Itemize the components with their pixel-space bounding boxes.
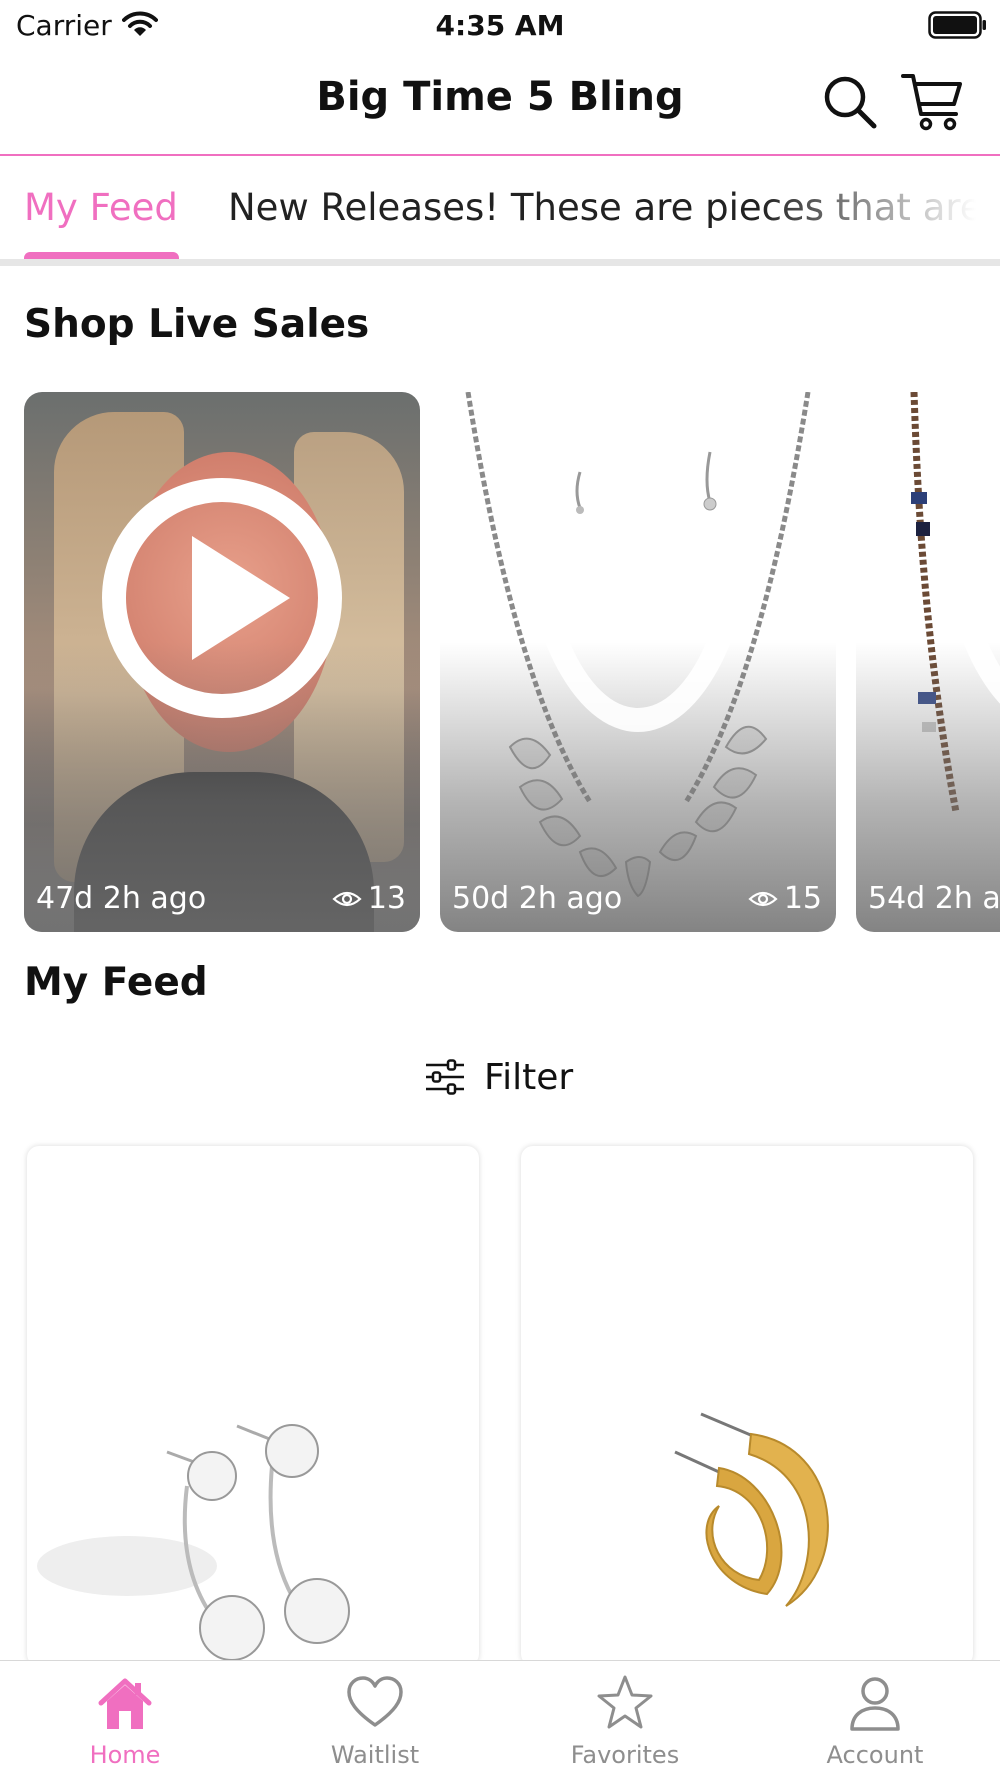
- eye-icon: [748, 891, 778, 906]
- live-sale-card[interactable]: 47d 2h ago 13: [24, 392, 420, 932]
- tab-account-label: Account: [826, 1741, 924, 1769]
- product-card[interactable]: [521, 1146, 973, 1666]
- filter-sliders-icon: [426, 1059, 464, 1095]
- nav-bar: Big Time 5 Bling: [0, 50, 1000, 156]
- cart-icon[interactable]: [900, 70, 964, 134]
- tabs-fade-overlay: [760, 156, 1000, 256]
- active-tab-indicator: [24, 252, 179, 259]
- battery-icon: [928, 11, 986, 39]
- live-sale-card[interactable]: 54d 2h ago: [856, 392, 1000, 932]
- star-icon: [597, 1675, 653, 1729]
- eye-icon: [332, 891, 362, 906]
- filter-label: Filter: [484, 1056, 574, 1098]
- tab-waitlist[interactable]: Waitlist: [250, 1661, 500, 1778]
- home-icon: [98, 1678, 152, 1729]
- tab-account[interactable]: Account: [750, 1661, 1000, 1778]
- feed-heading: My Feed: [24, 960, 208, 1005]
- card-time-ago: 47d 2h ago: [36, 881, 207, 916]
- card-time-ago: 50d 2h ago: [452, 881, 623, 916]
- bottom-tab-bar: Home Waitlist Favorites Account: [0, 1660, 1000, 1778]
- tab-waitlist-label: Waitlist: [330, 1741, 420, 1769]
- search-icon[interactable]: [822, 74, 878, 130]
- earring-image: [37, 1424, 350, 1661]
- heart-icon: [347, 1676, 403, 1727]
- live-sales-heading: Shop Live Sales: [24, 302, 370, 347]
- tab-home-label: Home: [89, 1741, 161, 1769]
- hoop-earring-image: [674, 1412, 829, 1607]
- view-count: 13: [367, 881, 406, 916]
- status-bar: Carrier 4:35 AM: [0, 0, 1000, 50]
- tab-favorites-label: Favorites: [570, 1741, 680, 1769]
- play-triangle: [192, 536, 290, 660]
- tab-my-feed[interactable]: My Feed: [24, 186, 178, 229]
- tab-home[interactable]: Home: [0, 1661, 250, 1778]
- filter-button[interactable]: Filter: [424, 1052, 573, 1102]
- card-time-ago: 54d 2h ago: [868, 881, 1000, 916]
- live-sales-carousel[interactable]: 47d 2h ago 13 50d 2h ago 15 54d 2h a: [0, 392, 1000, 932]
- view-count: 15: [783, 881, 822, 916]
- person-icon: [850, 1677, 900, 1731]
- clock: 4:35 AM: [435, 9, 565, 42]
- product-card[interactable]: [27, 1146, 479, 1666]
- feed-tabs: My Feed New Releases! These are pieces t…: [0, 156, 1000, 266]
- card-views: 15: [748, 881, 822, 916]
- live-sale-card[interactable]: 50d 2h ago 15: [440, 392, 836, 932]
- card-views: 13: [332, 881, 406, 916]
- tab-favorites[interactable]: Favorites: [500, 1661, 750, 1778]
